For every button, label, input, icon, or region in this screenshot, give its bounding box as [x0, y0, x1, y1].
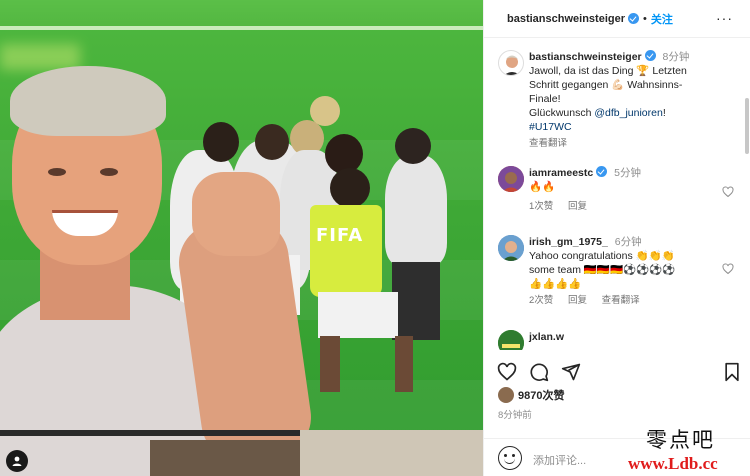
vest-text: FIFA — [316, 225, 364, 246]
comment-item: jxlan.w — [484, 328, 744, 350]
more-options-icon[interactable]: ··· — [716, 10, 733, 26]
action-bar — [484, 355, 750, 385]
reply-button[interactable]: 回复 — [568, 295, 587, 306]
fifa-vest: FIFA — [310, 205, 382, 297]
translate-link[interactable]: 查看翻译 — [602, 295, 640, 306]
reply-button[interactable]: 回复 — [568, 201, 587, 212]
player — [385, 155, 447, 265]
commenter-avatar[interactable] — [498, 235, 524, 261]
commenter-avatar[interactable] — [498, 330, 524, 350]
comment-body: irish_gm_1975_ 6分钟 Yahoo congratulations… — [529, 235, 719, 308]
watermark-url: www.Ldb.cc — [628, 454, 718, 473]
comment-username[interactable]: irish_gm_1975_ — [529, 236, 608, 248]
post-time: 8分钟前 — [498, 410, 532, 421]
comment-item: irish_gm_1975_ 6分钟 Yahoo congratulations… — [484, 233, 744, 315]
heart-icon[interactable] — [497, 362, 517, 382]
share-icon[interactable] — [561, 362, 581, 382]
comment-text: some team 🇩🇪🇩🇪🇩🇪⚽⚽⚽⚽ — [529, 264, 676, 276]
verified-icon — [644, 50, 656, 61]
mention-link[interactable]: @dfb_junioren — [594, 107, 662, 119]
comments-scroll-area[interactable]: bastianschweinsteiger 8分钟 Jawoll, da ist… — [484, 38, 750, 350]
player-head — [310, 96, 340, 126]
comment-icon[interactable] — [529, 362, 549, 382]
scrollbar[interactable] — [745, 98, 749, 154]
player-head — [255, 124, 289, 160]
caption-line: Finale! — [529, 93, 561, 105]
header-separator: • — [643, 12, 647, 25]
caption-time: 8分钟 — [662, 51, 690, 63]
watermark-cn: 零点吧 — [646, 428, 715, 452]
caption-body: bastianschweinsteiger 8分钟 Jawoll, da ist… — [529, 50, 719, 151]
comment-meta: 2次赞 回复 查看翻译 — [529, 294, 719, 308]
player-head — [395, 128, 431, 164]
caption-meta: 查看翻译 — [529, 137, 719, 151]
player-shorts — [318, 292, 398, 338]
comment-text: Yahoo congratulations 👏👏👏 — [529, 250, 675, 262]
comment-body: jxlan.w — [529, 330, 719, 344]
comment-username[interactable]: iamrameestc — [529, 167, 593, 179]
comment-likes[interactable]: 2次赞 — [529, 295, 553, 306]
site-watermark: 零点吧 www.Ldb.cc — [626, 424, 750, 476]
player-head — [203, 122, 239, 162]
man-hair — [10, 66, 166, 136]
caption-text: ! — [662, 107, 666, 119]
pitch-line — [0, 26, 483, 30]
user-tag-icon[interactable] — [6, 450, 28, 472]
heart-icon[interactable] — [722, 263, 734, 275]
likes-count[interactable]: 9870次赞 — [498, 387, 564, 403]
likes-label: 9870次赞 — [518, 390, 565, 402]
heart-icon[interactable] — [722, 186, 734, 198]
comment-input[interactable]: 添加评论... — [533, 452, 586, 468]
man-fist — [192, 172, 280, 256]
header-username[interactable]: bastianschweinsteiger — [507, 13, 625, 25]
liker-avatar — [498, 387, 514, 403]
comment-meta: 1次赞 回复 — [529, 200, 719, 214]
player-legs — [392, 262, 440, 340]
wall — [300, 430, 483, 476]
emoji-icon[interactable] — [498, 446, 522, 470]
comment-time: 6分钟 — [614, 236, 642, 248]
player-head — [330, 168, 370, 208]
bookmark-icon[interactable] — [723, 362, 741, 382]
comment-body: iamrameestc 5分钟 🔥🔥 1次赞 回复 — [529, 166, 719, 214]
comment-text: 🔥🔥 — [529, 181, 556, 193]
comment-likes[interactable]: 1次赞 — [529, 201, 553, 212]
comment-text: 👍👍👍👍 — [529, 278, 582, 290]
comment-username[interactable]: jxlan.w — [529, 331, 564, 343]
caption-line: Jawoll, da ist das Ding 🏆 Letzten — [529, 65, 687, 77]
player-legs — [395, 336, 413, 392]
post-side-panel: bastianschweinsteiger • 关注 ··· bastiansc… — [483, 0, 750, 476]
author-avatar[interactable] — [498, 50, 524, 76]
verified-icon — [596, 166, 608, 177]
caption-text: Glückwunsch — [529, 107, 595, 119]
post-photo[interactable]: FIFA — [0, 0, 483, 476]
hashtag-link[interactable]: #U17WC — [529, 120, 719, 134]
caption-line: Glückwunsch @dfb_junioren! — [529, 106, 719, 120]
man-eye — [48, 168, 66, 176]
commenter-avatar[interactable] — [498, 166, 524, 192]
post-header: bastianschweinsteiger • 关注 ··· — [484, 0, 750, 38]
caption-username[interactable]: bastianschweinsteiger — [529, 51, 642, 63]
man-eye — [100, 168, 118, 176]
caption-line: Schritt gegangen 💪🏻 Wahnsinns- — [529, 79, 683, 91]
verified-icon — [628, 13, 639, 24]
follow-button[interactable]: 关注 — [651, 11, 673, 27]
comment-item: iamrameestc 5分钟 🔥🔥 1次赞 回复 — [484, 164, 744, 224]
translate-link[interactable]: 查看翻译 — [529, 138, 567, 149]
caption: bastianschweinsteiger 8分钟 Jawoll, da ist… — [484, 48, 744, 158]
player-legs — [320, 336, 340, 392]
comment-time: 5分钟 — [614, 167, 641, 179]
